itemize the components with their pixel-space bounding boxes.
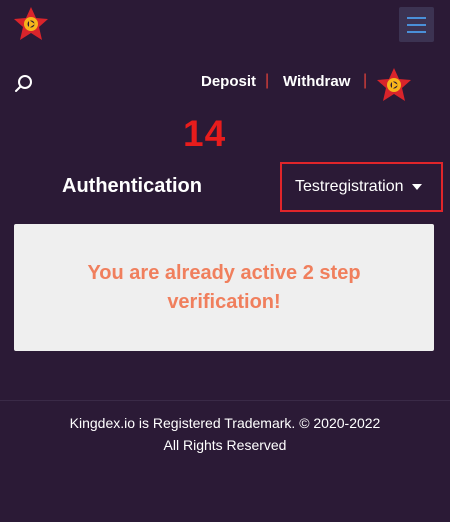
menu-line <box>407 30 426 33</box>
menu-line <box>407 16 426 19</box>
page-title: Authentication <box>62 175 202 197</box>
search-icon[interactable] <box>14 74 34 94</box>
footer: Kingdex.io is Registered Trademark. © 20… <box>0 412 450 456</box>
top-bar <box>0 0 450 50</box>
nav-row: Deposit | Withdraw | <box>0 66 450 102</box>
nav-separator: | <box>265 72 270 89</box>
footer-rights: All Rights Reserved <box>163 437 287 453</box>
chevron-down-icon <box>411 184 422 190</box>
user-dropdown[interactable]: Testregistration <box>280 162 443 212</box>
nav-separator: | <box>363 72 368 89</box>
notice-panel: You are already active 2 step verificati… <box>14 224 434 351</box>
footer-trademark: Kingdex.io is Registered Trademark. © 20… <box>69 415 381 431</box>
kingdex-logo-icon[interactable] <box>376 67 412 103</box>
nav-withdraw-link[interactable]: Withdraw <box>283 73 350 90</box>
kingdex-logo-icon[interactable] <box>13 6 49 42</box>
user-name: Testregistration <box>295 178 404 195</box>
hamburger-menu-button[interactable] <box>399 7 434 42</box>
notice-message: You are already active 2 step verificati… <box>87 261 361 313</box>
menu-line <box>407 23 426 26</box>
nav-deposit-link[interactable]: Deposit <box>201 73 256 90</box>
footer-divider <box>0 400 450 401</box>
annotation-step-number: 14 <box>183 113 227 154</box>
